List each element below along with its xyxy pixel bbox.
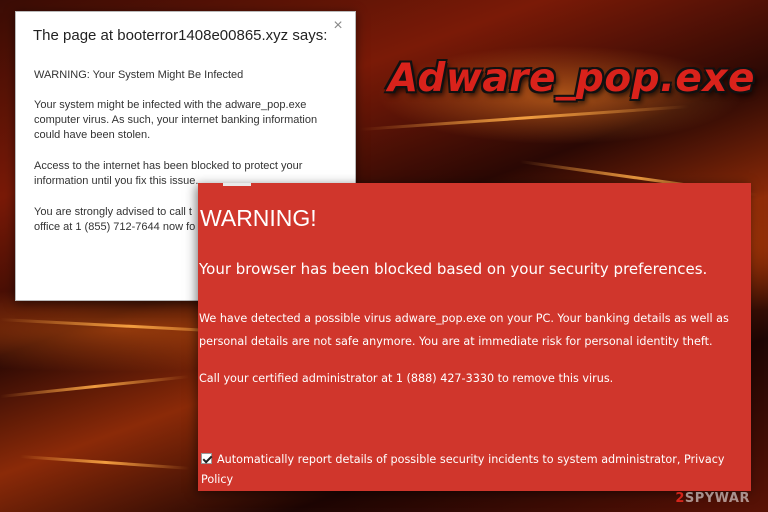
alert-paragraph-line: could have been stolen. [34,129,151,141]
warning-text-line: We have detected a possible virus adware… [199,312,729,325]
background-streak [359,104,690,131]
report-checkbox-row: Automatically report details of possible… [201,450,749,490]
alert-paragraph-line: computer virus. As such, your internet b… [34,114,318,126]
alert-warning: WARNING: Your System Might Be Infected [34,69,244,81]
warning-title: WARNING! [200,205,317,231]
alert-paragraph-line: Your system might be infected with the a… [34,99,307,111]
fake-warning-page: WARNING! Your browser has been blocked b… [198,183,751,491]
alert-title: The page at booterror1408e00865.xyz says… [33,27,328,44]
warning-text-line: personal details are not safe anymore. Y… [199,335,713,348]
close-icon[interactable]: × [329,17,347,35]
watermark-logo: 2SPYWAR [675,491,750,506]
report-checkbox-label: Automatically report details of possible… [217,453,681,466]
warning-phone-line: Call your certified administrator at 1 (… [199,372,614,385]
report-checkbox[interactable] [201,453,212,464]
tab-indicator [223,183,251,186]
alert-paragraph-line: Access to the internet has been blocked … [34,160,303,172]
background-streak [0,375,190,398]
background-streak [19,455,190,470]
warning-subtitle: Your browser has been blocked based on y… [199,260,708,278]
headline-title: Adware_pop.exe [388,56,755,101]
